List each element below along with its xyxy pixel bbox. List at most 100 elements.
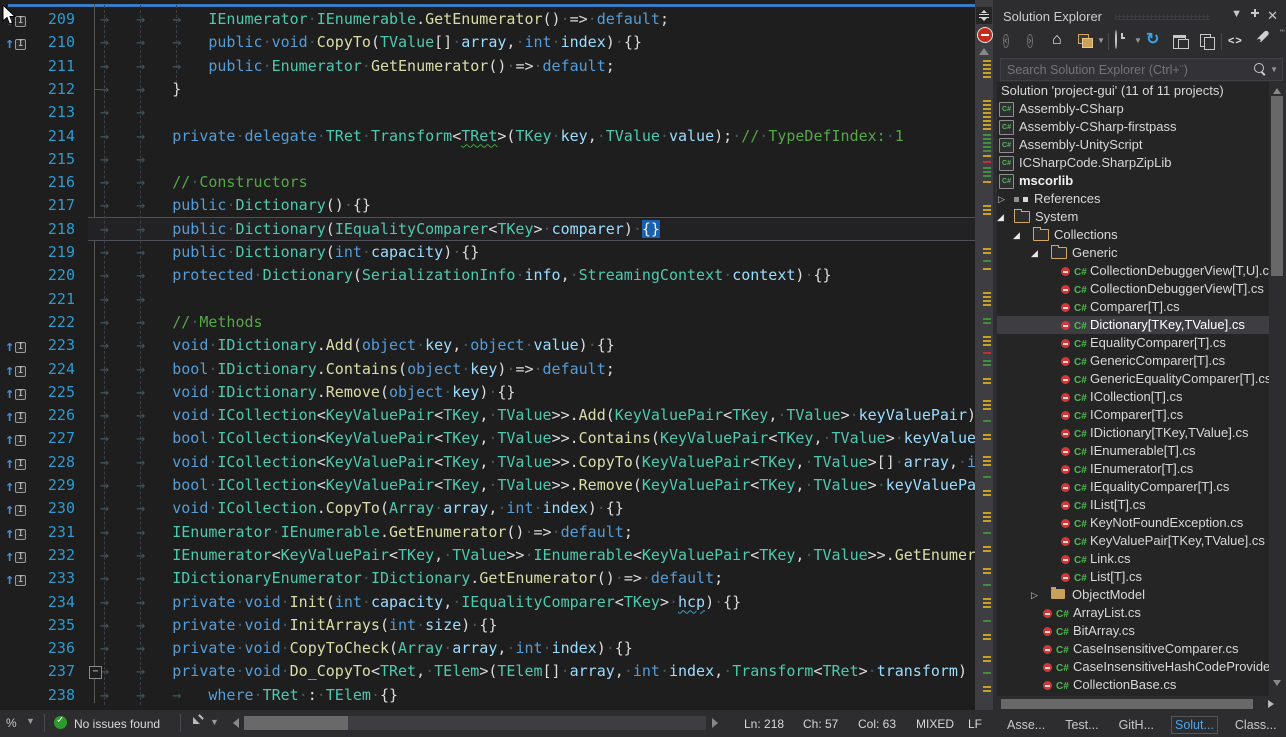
code-line[interactable]: 234→ → private·void·Init(int·capacity,·I… (0, 591, 975, 614)
code-cleanup-icon[interactable] (192, 716, 205, 729)
switch-views-icon[interactable] (1076, 31, 1096, 51)
line-number[interactable]: 221 (26, 288, 75, 311)
window-position-dropdown-icon[interactable]: ▼ (1231, 8, 1242, 20)
code-line[interactable]: 220→ → protected·Dictionary(Serializatio… (0, 264, 975, 287)
code-line[interactable]: ↑I210→ → → public·void·CopyTo(TValue[]·a… (0, 31, 975, 54)
tree-item[interactable]: ▷References (997, 190, 1269, 208)
pin-icon[interactable] (1250, 9, 1260, 21)
scroll-down-arrow-icon[interactable] (1273, 680, 1281, 690)
tree-item[interactable]: C#IList[T].cs (997, 496, 1269, 514)
tree-item[interactable]: C#CaseInsensitiveHashCodeProvider.cs (997, 658, 1269, 676)
tree-item[interactable]: C#Dictionary[TKey,TValue].cs (997, 316, 1269, 334)
tree-item[interactable]: C#mscorlib (997, 172, 1269, 190)
tree-item[interactable]: C#IComparer[T].cs (997, 406, 1269, 424)
panel-tab-solut[interactable]: Solut... (1171, 716, 1218, 734)
line-number[interactable]: 216 (26, 171, 75, 194)
split-editor-handle-icon[interactable] (976, 7, 992, 24)
search-box[interactable]: ▼ (1000, 58, 1283, 81)
switch-views-dropdown-icon[interactable]: ▼ (1097, 36, 1105, 45)
forward-icon[interactable]: › (1027, 31, 1047, 51)
code-line[interactable]: 235→ → private·void·InitArrays(int·size)… (0, 614, 975, 637)
code-line[interactable]: ↑I226→ → void·ICollection<KeyValuePair<T… (0, 404, 975, 427)
line-number[interactable]: 236 (26, 637, 75, 660)
code-line[interactable]: 215→ → (0, 148, 975, 171)
tree-item[interactable]: C#IEnumerable[T].cs (997, 442, 1269, 460)
line-number[interactable]: 235 (26, 614, 75, 637)
line-number[interactable]: 219 (26, 241, 75, 264)
tree-item[interactable]: C#ICollection[T].cs (997, 388, 1269, 406)
panel-tab-gith[interactable]: GitH... (1116, 717, 1157, 733)
panel-tab-asse[interactable]: Asse... (1004, 717, 1048, 733)
line-indicator[interactable]: Ln: 218 (744, 717, 784, 731)
tree-item[interactable]: C#List[T].cs (997, 568, 1269, 586)
tree-horizontal-scrollbar[interactable] (997, 697, 1286, 711)
code-line[interactable]: ↑I224→ → bool·IDictionary.Contains(objec… (0, 358, 975, 381)
line-number[interactable]: 234 (26, 591, 75, 614)
collapse-arrow-icon[interactable]: ◢ (997, 208, 1004, 226)
scroll-right-arrow-icon[interactable] (1268, 700, 1278, 708)
scrollbar-thumb[interactable] (244, 716, 348, 730)
tree-item[interactable]: C#CaseInsensitiveComparer.cs (997, 640, 1269, 658)
close-icon[interactable]: ✕ (1267, 8, 1278, 24)
line-number[interactable]: 211 (26, 55, 75, 78)
code-line[interactable]: ↑I229→ → bool·ICollection<KeyValuePair<T… (0, 474, 975, 497)
no-issues-icon[interactable] (54, 716, 67, 729)
code-line[interactable]: 211→ → → public·Enumerator·GetEnumerator… (0, 55, 975, 78)
line-number[interactable]: 229 (26, 474, 75, 497)
editor-horizontal-scrollbar[interactable] (244, 716, 706, 730)
line-number[interactable]: 213 (26, 101, 75, 124)
code-line[interactable]: ↑I227→ → bool·ICollection<KeyValuePair<T… (0, 427, 975, 450)
tree-item[interactable]: C#Link.cs (997, 550, 1269, 568)
collapse-all-icon[interactable] (1171, 31, 1191, 51)
tree-vertical-scrollbar[interactable] (1269, 82, 1286, 696)
line-number[interactable]: 228 (26, 451, 75, 474)
tree-item[interactable]: C#KeyValuePair[TKey,TValue].cs (997, 532, 1269, 550)
collapse-arrow-icon[interactable]: ◢ (1013, 226, 1020, 244)
tree-item[interactable]: ◢Generic (997, 244, 1269, 262)
line-number[interactable]: 224 (26, 358, 75, 381)
back-icon[interactable]: ‹ (1003, 31, 1023, 51)
code-line[interactable]: ↑I209→ → → IEnumerator·IEnumerable.GetEn… (0, 8, 975, 31)
tree-item[interactable]: Solution 'project-gui' (11 of 11 project… (997, 82, 1269, 100)
code-line[interactable]: 238→ → → where·TRet·:·TElem·{} (0, 684, 975, 707)
line-number[interactable]: 214 (26, 125, 75, 148)
tree-item[interactable]: C#GenericComparer[T].cs (997, 352, 1269, 370)
line-number[interactable]: 218 (26, 218, 75, 241)
tree-item[interactable]: ◢Collections (997, 226, 1269, 244)
line-number[interactable]: 233 (26, 567, 75, 590)
code-line[interactable]: ↑I228→ → void·ICollection<KeyValuePair<T… (0, 451, 975, 474)
code-line[interactable]: 239→ → private·static·KeyValuePair<TKey,… (0, 707, 975, 710)
search-icon[interactable] (1254, 63, 1264, 73)
show-all-files-icon[interactable] (1197, 31, 1217, 51)
scrollbar-thumb[interactable] (1271, 96, 1283, 276)
panel-drag-area[interactable] (1115, 14, 1210, 20)
zoom-level[interactable]: % (6, 716, 17, 730)
line-number[interactable]: 226 (26, 404, 75, 427)
fold-collapse-icon[interactable]: − (89, 666, 102, 679)
code-editor[interactable]: ↑I209→ → → IEnumerator·IEnumerable.GetEn… (0, 0, 993, 737)
code-line[interactable]: ↑I230→ → void·ICollection.CopyTo(Array·a… (0, 497, 975, 520)
line-number[interactable]: 231 (26, 521, 75, 544)
code-line[interactable]: ↑I232→ → IEnumerator<KeyValuePair<TKey,·… (0, 544, 975, 567)
error-status-icon[interactable] (977, 27, 993, 43)
tree-item[interactable]: ▷ObjectModel (997, 586, 1269, 604)
tree-item[interactable]: C#IDictionary[TKey,TValue].cs (997, 424, 1269, 442)
code-line[interactable]: 221→ → (0, 288, 975, 311)
code-line[interactable]: 216→ → //·Constructors (0, 171, 975, 194)
line-number[interactable]: 210 (26, 31, 75, 54)
char-indicator[interactable]: Ch: 57 (803, 717, 838, 731)
code-line[interactable]: ↑I225→ → void·IDictionary.Remove(object·… (0, 381, 975, 404)
panel-tab-test[interactable]: Test... (1062, 717, 1101, 733)
refresh-icon[interactable]: ↻ (1146, 31, 1166, 51)
expand-arrow-icon[interactable]: ▷ (1031, 586, 1038, 604)
line-number[interactable]: 230 (26, 497, 75, 520)
search-dropdown-icon[interactable]: ▼ (1270, 65, 1278, 74)
scroll-right-arrow-icon[interactable] (712, 718, 723, 728)
line-number[interactable]: 238 (26, 684, 75, 707)
tree-item[interactable]: C#KeyNotFoundException.cs (997, 514, 1269, 532)
tree-item[interactable]: ◢System (997, 208, 1269, 226)
eol-indicator[interactable]: LF (968, 717, 982, 731)
code-line[interactable]: 212→ → } (0, 78, 975, 101)
code-line[interactable]: 214→ → private·delegate·TRet·Transform<T… (0, 125, 975, 148)
line-number[interactable]: 222 (26, 311, 75, 334)
